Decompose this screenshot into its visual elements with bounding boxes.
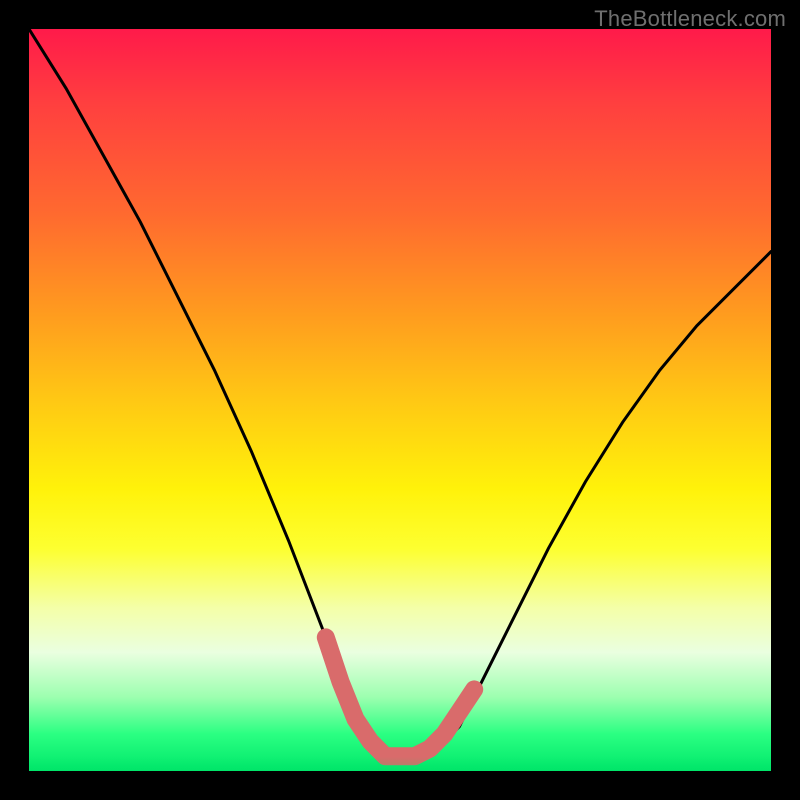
valley-highlight xyxy=(326,637,474,756)
bottleneck-curve xyxy=(29,29,771,756)
chart-frame: TheBottleneck.com xyxy=(0,0,800,800)
chart-plot-area xyxy=(29,29,771,771)
chart-svg xyxy=(29,29,771,771)
